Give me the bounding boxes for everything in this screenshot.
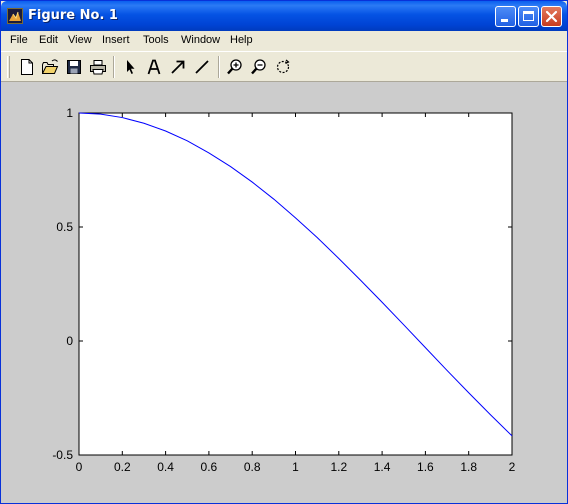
maximize-button[interactable] bbox=[518, 6, 539, 27]
x-tick-label: 1.8 bbox=[460, 460, 477, 474]
y-tick-label: 1 bbox=[66, 106, 73, 120]
x-tick-label: 0.2 bbox=[114, 460, 131, 474]
zoom-out-button[interactable] bbox=[249, 57, 269, 77]
menu-view[interactable]: View bbox=[68, 34, 92, 46]
menu-help[interactable]: Help bbox=[230, 34, 253, 46]
x-tick-label: 1.6 bbox=[417, 460, 434, 474]
x-tick-label: 1.2 bbox=[330, 460, 347, 474]
print-button[interactable] bbox=[88, 57, 108, 77]
figure-toolbar bbox=[1, 51, 567, 82]
x-tick-label: 2 bbox=[509, 460, 516, 474]
zoom-out-icon bbox=[251, 59, 266, 75]
save-icon bbox=[67, 60, 81, 74]
axes-box[interactable] bbox=[78, 112, 513, 456]
figure-canvas: 0 0.2 0.4 0.6 0.8 1 1.2 1.4 1.6 1.8 2 -0.5 0 0.5 1 bbox=[1, 82, 567, 503]
menu-bar: File Edit View Insert Tools Window Help bbox=[1, 31, 567, 50]
toolbar-grip[interactable] bbox=[7, 56, 10, 78]
y-tick-label: 0.5 bbox=[56, 220, 73, 234]
zoom-in-icon bbox=[227, 59, 242, 75]
plot-axes[interactable]: 0 0.2 0.4 0.6 0.8 1 1.2 1.4 1.6 1.8 2-0.500.51 bbox=[1, 82, 567, 503]
menu-file[interactable]: File bbox=[10, 34, 28, 46]
rotate-3d-icon bbox=[276, 59, 290, 74]
window-title: Figure No. 1 bbox=[28, 8, 118, 23]
minimize-button[interactable] bbox=[495, 6, 516, 27]
menu-insert[interactable]: Insert bbox=[102, 34, 130, 46]
x-tick-label: 1.4 bbox=[374, 460, 391, 474]
menu-tools[interactable]: Tools bbox=[143, 34, 169, 46]
open-file-button[interactable] bbox=[40, 57, 60, 77]
y-tick-label: -0.5 bbox=[52, 448, 73, 462]
x-tick-label: 0.8 bbox=[244, 460, 261, 474]
edit-plot-button[interactable] bbox=[120, 57, 140, 77]
x-tick-label: 0 bbox=[76, 460, 83, 474]
menu-edit[interactable]: Edit bbox=[39, 34, 58, 46]
title-bar[interactable]: Figure No. 1 bbox=[1, 1, 567, 31]
toolbar-separator bbox=[113, 56, 115, 78]
close-button[interactable] bbox=[541, 6, 562, 27]
menu-window[interactable]: Window bbox=[181, 34, 220, 46]
new-figure-icon bbox=[21, 59, 33, 75]
maximize-icon bbox=[523, 11, 534, 21]
insert-line-button[interactable] bbox=[192, 57, 212, 77]
close-icon bbox=[545, 10, 558, 23]
toolbar-separator bbox=[218, 56, 220, 78]
insert-text-icon bbox=[147, 59, 161, 75]
insert-text-button[interactable] bbox=[144, 57, 164, 77]
save-button[interactable] bbox=[64, 57, 84, 77]
minimize-icon bbox=[501, 19, 508, 22]
figure-window: Figure No. 1 File Edit View Insert Tools… bbox=[0, 0, 568, 504]
open-file-icon bbox=[42, 59, 59, 74]
insert-line-icon bbox=[195, 60, 209, 74]
select-arrow-icon bbox=[127, 60, 135, 74]
x-tick-label: 0.4 bbox=[157, 460, 174, 474]
new-figure-button[interactable] bbox=[17, 57, 37, 77]
x-tick-label: 0.6 bbox=[201, 460, 218, 474]
insert-arrow-button[interactable] bbox=[168, 57, 188, 77]
zoom-in-button[interactable] bbox=[225, 57, 245, 77]
rotate-3d-button[interactable] bbox=[273, 57, 293, 77]
x-tick-label: 1 bbox=[292, 460, 299, 474]
print-icon bbox=[90, 60, 106, 75]
insert-arrow-icon bbox=[171, 60, 185, 74]
matlab-logo-icon[interactable] bbox=[7, 8, 23, 24]
y-tick-label: 0 bbox=[66, 334, 73, 348]
